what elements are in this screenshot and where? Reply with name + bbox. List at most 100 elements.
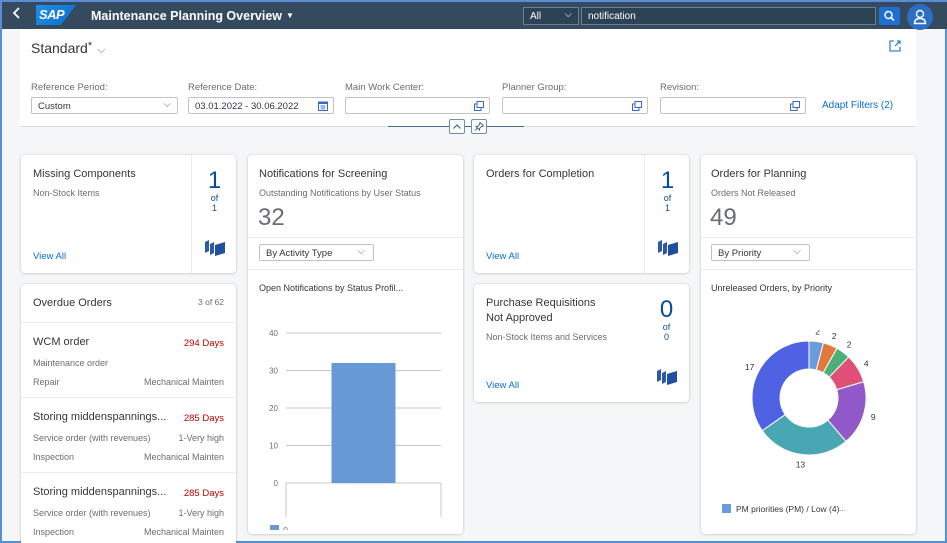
order-activity: Inspection [33,452,75,462]
search-icon [884,10,895,22]
app-title-menu[interactable]: Maintenance Planning Overview ▼ [91,9,294,23]
search-scope-select[interactable]: All ⌵ [523,7,579,25]
card-title: Overdue Orders [33,297,112,309]
card-title-line-1: Purchase Requisitions [486,297,596,309]
legend-more[interactable]: ... [839,503,846,513]
search-button[interactable] [879,7,900,25]
variant-selector[interactable]: Standard* ⌵ [31,40,105,57]
card-subtitle: Outstanding Notifications by User Status [259,188,421,198]
divider [701,269,916,270]
reference-date-input[interactable]: 03.01.2022 - 30.06.2022 [188,97,334,114]
variant-name: Standard [31,40,88,56]
card-header[interactable]: Notifications for Screening Outstanding … [248,155,463,237]
calendar-icon[interactable] [318,101,328,111]
activity-type-dropdown[interactable]: By Activity Type ⌵ [259,244,374,261]
kpi-of: of [210,193,219,203]
chevron-down-icon: ⌵ [357,246,365,257]
purchase-requisitions-card[interactable]: Purchase Requisitions Not Approved Non-S… [474,284,689,402]
card-title: Missing Components [33,168,136,180]
kpi-value: 49 [710,204,737,231]
divider [248,269,463,270]
dropdown-value: By Activity Type [266,248,333,259]
user-avatar[interactable] [907,4,933,30]
order-type: Maintenance order [33,358,109,368]
kpi-count: 1 [660,167,675,194]
reference-date-value: 03.01.2022 - 30.06.2022 [195,101,299,112]
filter-header: Standard* ⌵ Reference Period: Custom ⌵ Re… [20,29,916,126]
legend-swatch [270,525,279,530]
card-title: Orders for Planning [711,168,807,180]
variant-modified-indicator: * [87,40,93,52]
missing-components-card[interactable]: Missing Components Non-Stock Items View … [21,155,236,273]
stack-icon [205,240,225,256]
order-title: WCM order [33,336,90,348]
card-title-line-2: Not Approved [486,312,553,324]
y-tick-label: 40 [269,329,278,338]
legend-label: 0 [283,526,288,531]
y-tick-label: 20 [269,404,278,413]
order-title: Storing middenspannings... [33,486,167,498]
search-scope-value: All [530,11,542,22]
card-subtitle: Non-Stock Items and Services [486,332,608,342]
adapt-filters-link[interactable]: Adapt Filters (2) [822,100,893,111]
pin-icon [474,121,485,132]
kpi-panel: 0 of 0 [644,284,689,402]
view-all-link[interactable]: View All [486,380,519,391]
chevron-down-icon: ⌵ [97,44,106,56]
filter-label-revision: Revision: [660,82,700,93]
pin-header-button[interactable] [471,119,487,134]
collapse-header-button[interactable] [449,119,465,134]
orders-completion-card[interactable]: Orders for Completion View All 1 of 1 [474,155,689,273]
view-all-link[interactable]: View All [486,251,519,262]
kpi-count: 1 [207,167,222,194]
order-priority: 1-Very high [178,508,224,518]
filter-label-planner-group: Planner Group: [502,82,567,93]
slice-label: 13 [796,459,806,469]
order-activity: Inspection [33,527,75,537]
donut-slice [751,340,810,432]
order-type: Service order (with revenues) [33,433,151,443]
value-help-icon[interactable] [632,101,642,111]
stack-icon [658,240,678,256]
card-title: Notifications for Screening [259,168,388,180]
overdue-days: 285 Days [183,488,224,499]
order-activity: Repair [33,377,60,387]
kpi-count: 0 [659,296,674,323]
chart-title: Open Notifications by Status Profil... [259,283,404,293]
slice-label: 17 [745,362,755,372]
legend-label: PM priorities (PM) / Low (4) [736,504,840,514]
card-header[interactable]: Orders for Planning Orders Not Released … [701,155,916,237]
back-button[interactable] [10,6,24,22]
search-input[interactable]: notification [581,7,876,25]
list-item[interactable]: Storing middenspannings... 285 Days Serv… [21,472,236,543]
orders-planning-card: Orders for Planning Orders Not Released … [701,155,916,534]
kpi-value: 32 [258,204,285,231]
list-item[interactable]: Storing middenspannings... 285 Days Serv… [21,397,236,472]
share-icon [889,40,901,52]
user-icon [913,9,927,25]
chevron-down-icon: ⌵ [793,246,801,257]
reference-period-select[interactable]: Custom ⌵ [31,97,178,114]
order-work-center: Mechanical Maintenance [144,377,224,387]
value-help-icon[interactable] [790,101,800,111]
y-tick-label: 10 [269,442,278,451]
planner-group-input[interactable] [502,97,648,114]
reference-period-value: Custom [38,101,71,112]
value-help-icon[interactable] [474,101,484,111]
priority-dropdown[interactable]: By Priority ⌵ [711,244,810,261]
chevron-down-icon: ⌵ [163,99,171,110]
revision-input[interactable] [660,97,806,114]
y-tick-label: 0 [274,479,279,488]
order-work-center: Mechanical Maintenance [144,452,224,462]
share-button[interactable] [888,39,902,53]
notifications-bar-chart: 0 10 20 30 40 0 [269,329,442,531]
view-all-link[interactable]: View All [33,251,66,262]
kpi-total: 1 [664,203,670,213]
kpi-of: of [663,193,672,203]
card-subtitle: Orders Not Released [711,188,796,198]
list-item[interactable]: WCM order 294 Days Maintenance order Rep… [21,322,236,397]
main-work-center-input[interactable] [345,97,490,114]
legend-swatch [722,504,731,513]
slice-label: 9 [871,412,876,422]
sap-logo[interactable]: SAP [36,5,76,25]
